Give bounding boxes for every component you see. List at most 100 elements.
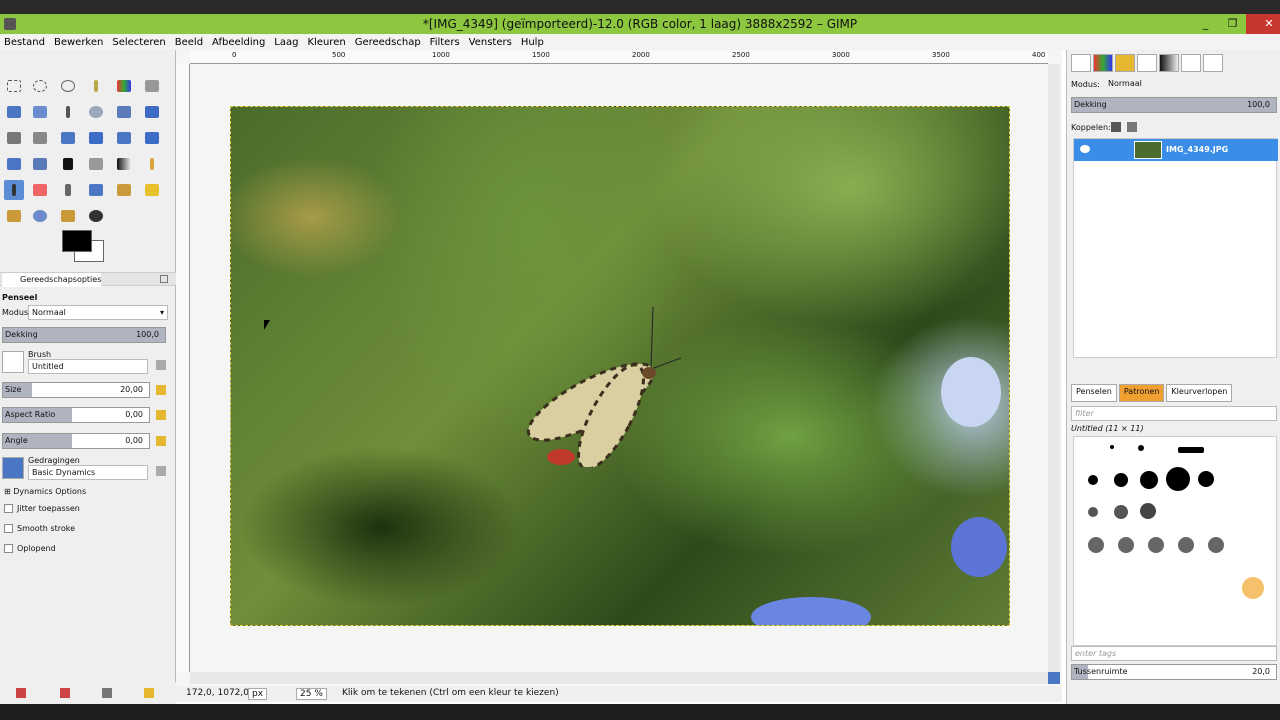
scale-icon[interactable]: [86, 128, 106, 148]
size-slider[interactable]: Size 20,00: [2, 382, 150, 398]
maximize-button[interactable]: ❐: [1219, 14, 1246, 34]
fonts-tab-icon[interactable]: [1181, 54, 1201, 72]
navigate-icon[interactable]: [1048, 672, 1060, 684]
menu-beeld[interactable]: Beeld: [175, 37, 203, 48]
brush-item[interactable]: [1088, 475, 1098, 485]
fuzzy-select-icon[interactable]: [86, 76, 106, 96]
menu-filters[interactable]: Filters: [430, 37, 460, 48]
text-icon[interactable]: [58, 154, 78, 174]
zoom-select[interactable]: 25 %: [296, 688, 327, 700]
panel-menu-icon[interactable]: [160, 275, 168, 283]
brush-item[interactable]: [1114, 473, 1128, 487]
crop-icon[interactable]: [30, 128, 50, 148]
brush-item[interactable]: [1140, 503, 1156, 519]
menu-kleuren[interactable]: Kleuren: [307, 37, 345, 48]
layer-opacity-slider[interactable]: Dekking 100,0: [1071, 97, 1277, 113]
layer-row[interactable]: IMG_4349.JPG: [1074, 139, 1278, 161]
eraser-icon[interactable]: [30, 180, 50, 200]
menu-afbeelding[interactable]: Afbeelding: [212, 37, 265, 48]
brush-item[interactable]: [1110, 445, 1114, 449]
save-options-icon[interactable]: [16, 688, 26, 698]
tab-patterns[interactable]: Patronen: [1118, 384, 1165, 402]
scissors-icon[interactable]: [142, 76, 162, 96]
brush-item[interactable]: [1088, 507, 1098, 517]
jitter-checkbox[interactable]: [4, 504, 13, 513]
mode-select[interactable]: Normaal ▾: [28, 305, 168, 320]
restore-options-icon[interactable]: [60, 688, 70, 698]
smooth-checkbox[interactable]: [4, 524, 13, 533]
dodge-burn-icon[interactable]: [86, 206, 106, 226]
brush-item[interactable]: [1208, 537, 1224, 553]
reset-options-icon[interactable]: [144, 688, 154, 698]
ink-icon[interactable]: [86, 180, 106, 200]
gradient-tab-icon[interactable]: [1159, 54, 1179, 72]
edit-brush-icon[interactable]: [156, 360, 166, 370]
lasso-icon[interactable]: [58, 76, 78, 96]
brush-item[interactable]: [1178, 447, 1204, 453]
aspect-slider[interactable]: Aspect Ratio 0,00: [2, 407, 150, 423]
tab-tool-options[interactable]: Gereedschapsopties: [2, 273, 102, 287]
blur-icon[interactable]: [30, 206, 50, 226]
spacing-slider[interactable]: Tussenruimte 20,0: [1071, 664, 1277, 680]
paths-tab-icon[interactable]: [1115, 54, 1135, 72]
brush-preview[interactable]: [2, 351, 24, 373]
lock-pixels-icon[interactable]: [1111, 122, 1121, 132]
unit-select[interactable]: px: [248, 688, 268, 700]
menu-laag[interactable]: Laag: [274, 37, 298, 48]
brush-filter-input[interactable]: filter: [1071, 406, 1277, 421]
align-icon[interactable]: [4, 128, 24, 148]
dynamics-field[interactable]: Basic Dynamics: [28, 465, 148, 480]
blend-icon[interactable]: [114, 154, 134, 174]
incremental-checkbox[interactable]: [4, 544, 13, 553]
ellipse-select-icon[interactable]: [30, 76, 50, 96]
smudge-icon[interactable]: [58, 206, 78, 226]
vertical-scrollbar[interactable]: [1048, 64, 1060, 672]
lock-alpha-icon[interactable]: [1127, 122, 1137, 132]
brush-item[interactable]: [1242, 577, 1264, 599]
cage-icon[interactable]: [30, 154, 50, 174]
brush-item[interactable]: [1140, 471, 1158, 489]
horizontal-scrollbar[interactable]: [190, 672, 1048, 684]
dynamics-options-expander[interactable]: ⊞ Dynamics Options: [4, 487, 86, 496]
bucket-fill-icon[interactable]: [86, 154, 106, 174]
tab-gradients[interactable]: Kleurverlopen: [1166, 384, 1233, 402]
reset-size-icon[interactable]: [156, 385, 166, 395]
brush-item[interactable]: [1118, 537, 1134, 553]
flip-icon[interactable]: [4, 154, 24, 174]
rotate-icon[interactable]: [58, 128, 78, 148]
brush-item[interactable]: [1114, 505, 1128, 519]
eye-icon[interactable]: [1080, 145, 1090, 153]
menu-bewerken[interactable]: Bewerken: [54, 37, 103, 48]
menu-vensters[interactable]: Vensters: [469, 37, 512, 48]
opacity-slider[interactable]: Dekking 100,0: [2, 327, 166, 343]
tab-brushes[interactable]: Penselen: [1071, 384, 1117, 402]
menu-gereedschap[interactable]: Gereedschap: [355, 37, 421, 48]
layers-tab-icon[interactable]: [1071, 54, 1091, 72]
pointer-tab-icon[interactable]: [1203, 54, 1223, 72]
brush-tags-input[interactable]: enter tags: [1071, 646, 1277, 661]
measure-icon[interactable]: [114, 102, 134, 122]
paintbrush-icon[interactable]: [4, 180, 24, 200]
heal-icon[interactable]: [142, 180, 162, 200]
rect-select-icon[interactable]: [4, 76, 24, 96]
brush-item[interactable]: [1178, 537, 1194, 553]
edit-dynamics-icon[interactable]: [156, 466, 166, 476]
color-picker-icon[interactable]: [58, 102, 78, 122]
brush-grid[interactable]: [1073, 436, 1277, 646]
menu-selecteren[interactable]: Selecteren: [112, 37, 165, 48]
channels-tab-icon[interactable]: [1093, 54, 1113, 72]
reset-angle-icon[interactable]: [156, 436, 166, 446]
brush-item[interactable]: [1088, 537, 1104, 553]
image-canvas[interactable]: [230, 106, 1010, 626]
angle-slider[interactable]: Angle 0,00: [2, 433, 150, 449]
pencil-icon[interactable]: [142, 154, 162, 174]
shear-icon[interactable]: [114, 128, 134, 148]
move-icon[interactable]: [142, 102, 162, 122]
close-button[interactable]: ✕: [1246, 14, 1280, 34]
menu-hulp[interactable]: Hulp: [521, 37, 544, 48]
delete-options-icon[interactable]: [102, 688, 112, 698]
minimize-button[interactable]: _: [1192, 14, 1219, 34]
foreground-select-icon[interactable]: [4, 102, 24, 122]
foreground-color-swatch[interactable]: [62, 230, 92, 252]
zoom-icon[interactable]: [86, 102, 106, 122]
